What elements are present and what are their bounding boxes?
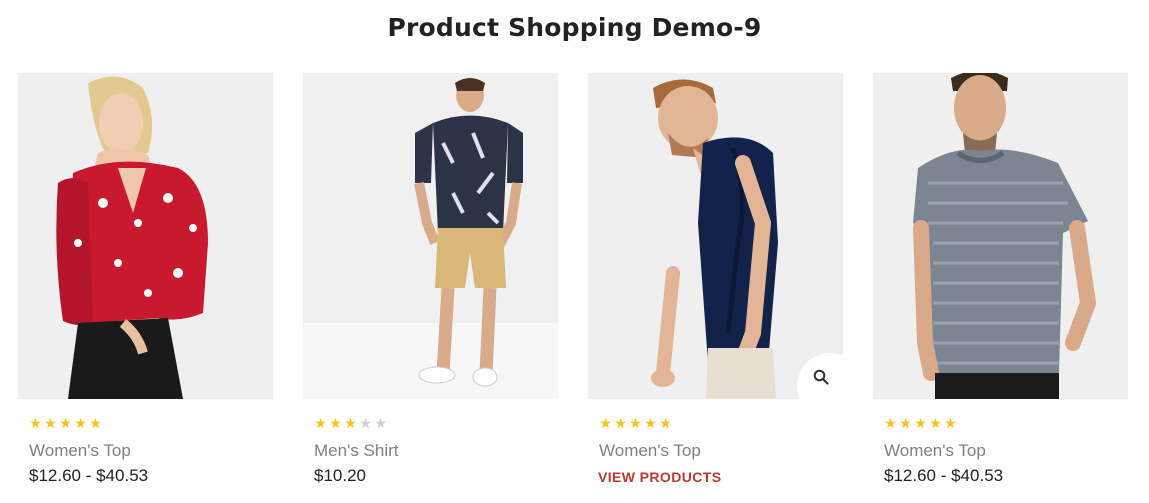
man-polo-illustration (588, 73, 843, 399)
product-name-link[interactable]: Women's Top (884, 441, 986, 461)
star-rating: ★ ★ ★ ★ ★ (599, 416, 672, 430)
product-price: $10.20 (314, 466, 366, 485)
product-card[interactable]: ★ ★ ★ ★ ★ Women's Top $12.60 - $40.53 (18, 73, 273, 493)
star-filled-icon: ★ (329, 415, 342, 431)
star-filled-icon: ★ (629, 415, 642, 431)
star-filled-icon: ★ (899, 415, 912, 431)
star-filled-icon: ★ (44, 415, 57, 431)
star-filled-icon: ★ (74, 415, 87, 431)
star-filled-icon: ★ (29, 415, 42, 431)
product-card[interactable]: ★ ★ ★ ★ ★ Women's Top $12.60 - $40.53 (873, 73, 1128, 493)
product-price: $12.60 - $40.53 (29, 466, 149, 485)
star-filled-icon: ★ (599, 415, 612, 431)
man-tshirt-illustration (873, 73, 1128, 399)
product-image-striped-tee[interactable] (873, 73, 1128, 399)
product-name-link[interactable]: Men's Shirt (314, 441, 399, 461)
star-filled-icon: ★ (884, 415, 897, 431)
product-price: $12.60 - $40.53 (884, 466, 1004, 485)
product-image-woman-top[interactable] (18, 73, 273, 399)
view-products-link[interactable]: VIEW PRODUCTS (598, 469, 721, 485)
star-filled-icon: ★ (314, 415, 327, 431)
product-card[interactable]: ★ ★ ★ ★ ★ Men's Shirt $10.20 (303, 73, 558, 493)
product-name-link[interactable]: Women's Top (599, 441, 701, 461)
star-filled-icon: ★ (614, 415, 627, 431)
star-filled-icon: ★ (914, 415, 927, 431)
star-filled-icon: ★ (944, 415, 957, 431)
search-icon (813, 369, 829, 385)
star-empty-icon: ★ (374, 415, 387, 431)
product-image-navy-polo[interactable] (588, 73, 843, 399)
star-rating: ★ ★ ★ ★ ★ (29, 416, 102, 430)
product-grid: ★ ★ ★ ★ ★ Women's Top $12.60 - $40.53 ★ … (18, 73, 1128, 493)
star-rating: ★ ★ ★ ★ ★ (314, 416, 387, 430)
star-filled-icon: ★ (929, 415, 942, 431)
star-rating: ★ ★ ★ ★ ★ (884, 416, 957, 430)
woman-blouse-illustration (18, 73, 273, 399)
star-filled-icon: ★ (344, 415, 357, 431)
star-filled-icon: ★ (59, 415, 72, 431)
star-filled-icon: ★ (644, 415, 657, 431)
star-filled-icon: ★ (89, 415, 102, 431)
product-card[interactable]: ★ ★ ★ ★ ★ Women's Top VIEW PRODUCTS (588, 73, 843, 493)
product-name-link[interactable]: Women's Top (29, 441, 131, 461)
page-title: Product Shopping Demo-9 (387, 13, 762, 42)
star-empty-icon: ★ (359, 415, 372, 431)
man-shirt-illustration (303, 73, 558, 399)
product-image-mens-shirt[interactable] (303, 73, 558, 399)
star-filled-icon: ★ (659, 415, 672, 431)
